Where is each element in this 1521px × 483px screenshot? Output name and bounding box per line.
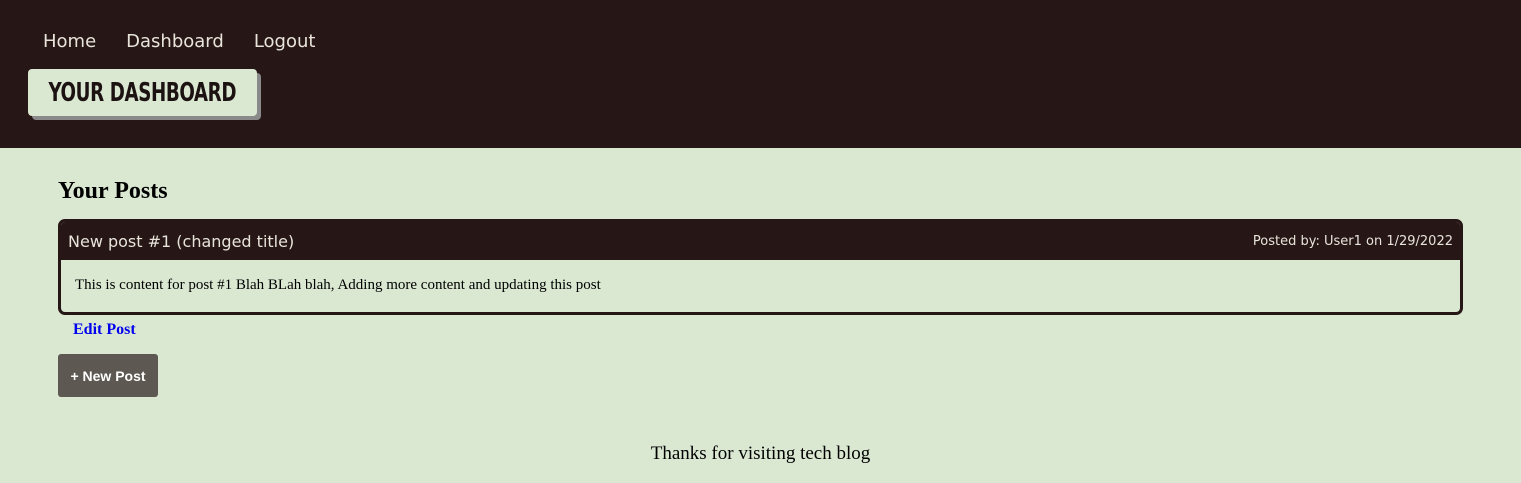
post-header: New post #1 (changed title) Posted by: U… xyxy=(61,222,1460,260)
post-meta: Posted by: User1 on 1/29/2022 xyxy=(1252,233,1453,249)
nav-logout-link[interactable]: Logout xyxy=(254,30,316,54)
dashboard-title-badge: YOUR DASHBOARD xyxy=(28,69,257,116)
site-footer: Thanks for visiting tech blog xyxy=(0,443,1521,465)
post-card: New post #1 (changed title) Posted by: U… xyxy=(58,219,1463,315)
main-nav: Home Dashboard Logout xyxy=(43,30,345,54)
nav-home-link[interactable]: Home xyxy=(43,30,96,54)
section-title: Your Posts xyxy=(58,178,168,204)
new-post-button[interactable]: + New Post xyxy=(58,354,158,397)
page-title: YOUR DASHBOARD xyxy=(48,77,237,108)
nav-dashboard-link[interactable]: Dashboard xyxy=(126,30,224,54)
site-header: Home Dashboard Logout YOUR DASHBOARD xyxy=(0,0,1521,148)
post-content: This is content for post #1 Blah BLah bl… xyxy=(75,277,601,293)
edit-post-link[interactable]: Edit Post xyxy=(73,321,136,339)
post-title: New post #1 (changed title) xyxy=(68,231,295,251)
footer-text: Thanks for visiting tech blog xyxy=(650,443,871,464)
